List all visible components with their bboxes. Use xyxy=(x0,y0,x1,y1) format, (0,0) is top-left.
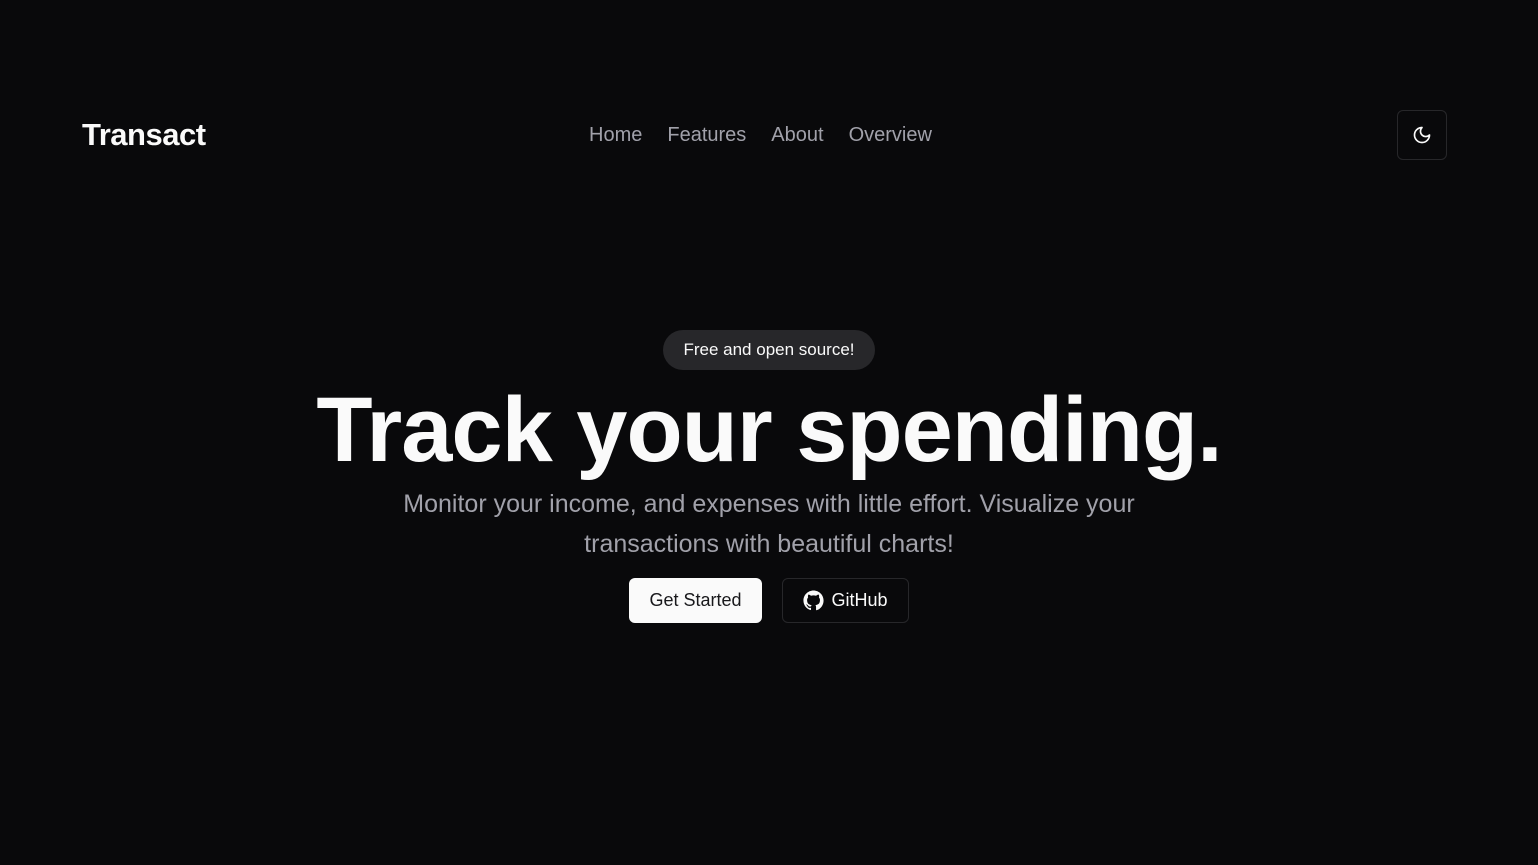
open-source-badge: Free and open source! xyxy=(663,330,875,370)
hero-subtext: Monitor your income, and expenses with l… xyxy=(403,490,1135,558)
landing-page: Transact Home Features About Overview Fr… xyxy=(0,0,1538,865)
github-button[interactable]: GitHub xyxy=(781,578,909,623)
github-icon xyxy=(802,590,824,611)
brand-logo[interactable]: Transact xyxy=(82,117,206,153)
moon-icon xyxy=(1412,125,1432,145)
hero-headline: Track your spending. xyxy=(316,379,1222,481)
github-button-label: GitHub xyxy=(831,590,888,610)
nav-features-link[interactable]: Features xyxy=(667,124,746,147)
main-nav: Home Features About Overview xyxy=(589,110,932,160)
hero-section: Free and open source! Track your spendin… xyxy=(0,330,1538,623)
get-started-button[interactable]: Get Started xyxy=(629,578,762,623)
cta-row: Get Started GitHub xyxy=(629,578,909,623)
nav-home-link[interactable]: Home xyxy=(589,124,642,147)
site-header: Transact Home Features About Overview xyxy=(82,110,1447,160)
nav-about-link[interactable]: About xyxy=(771,124,823,147)
theme-toggle-button[interactable] xyxy=(1397,110,1447,160)
nav-overview-link[interactable]: Overview xyxy=(849,124,932,147)
